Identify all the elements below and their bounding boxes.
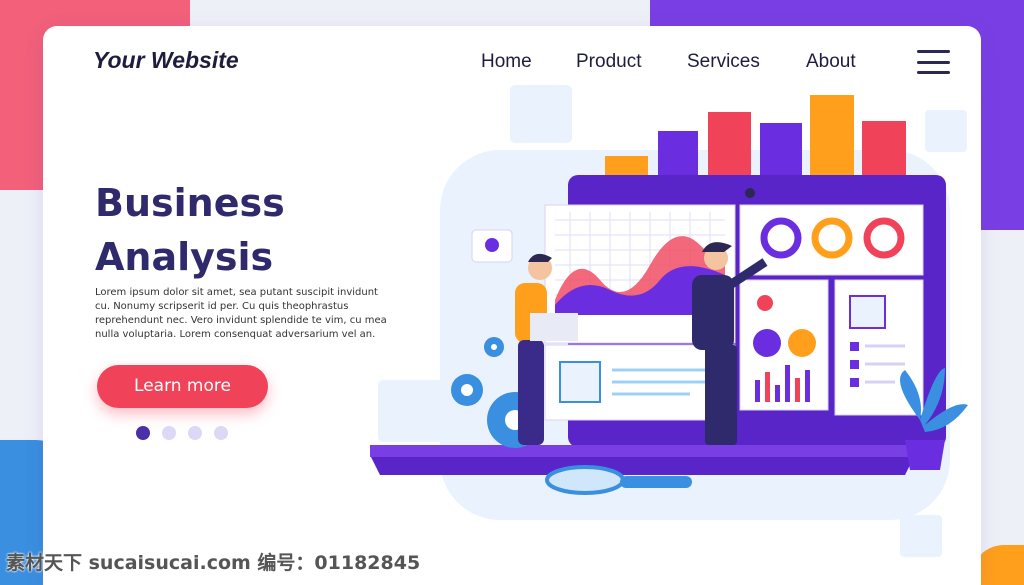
business-analysis-illustration — [370, 85, 968, 557]
watermark: 素材天下 sucaisucai.com 编号：01182845 — [6, 552, 421, 574]
laptop-base — [370, 455, 915, 475]
